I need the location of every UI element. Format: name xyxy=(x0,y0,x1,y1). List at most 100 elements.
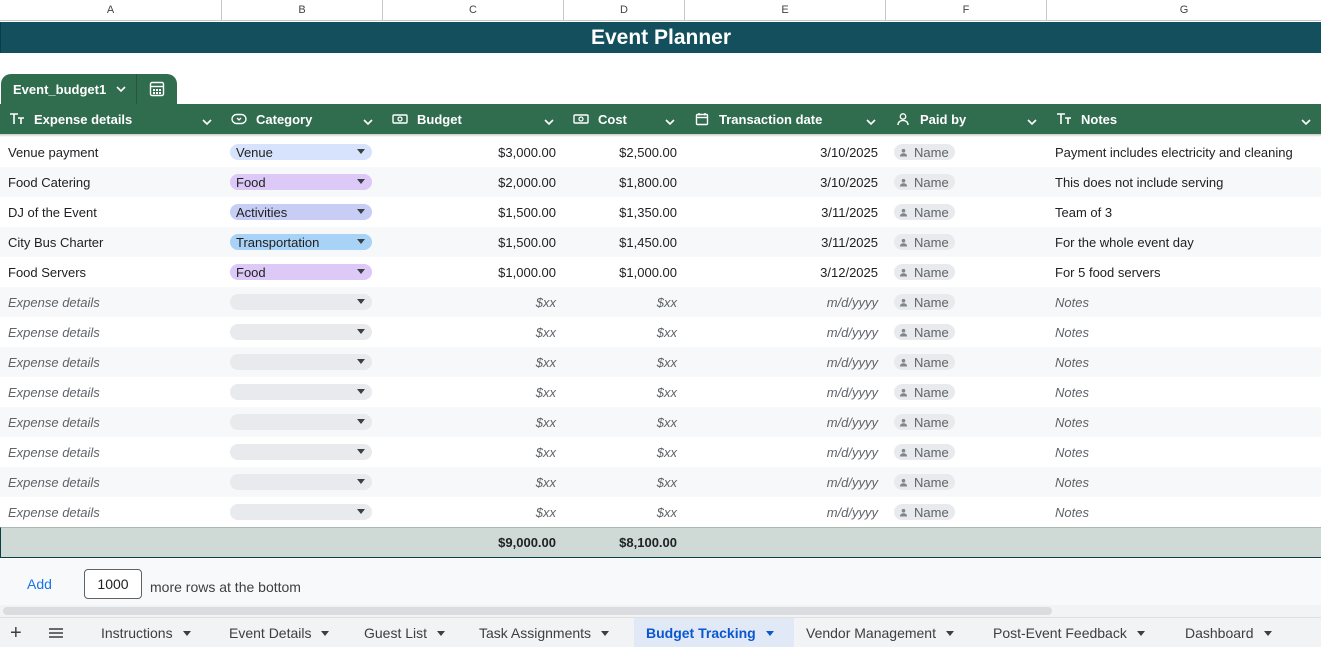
category-dropdown[interactable]: Food xyxy=(230,264,372,280)
category-cell[interactable] xyxy=(222,497,383,527)
expense-details-cell[interactable]: Food Servers xyxy=(0,257,222,287)
person-chip[interactable]: Name xyxy=(894,474,955,490)
transaction-date-cell[interactable]: 3/10/2025 xyxy=(685,137,886,167)
add-rows-button[interactable]: Add xyxy=(27,576,52,592)
transaction-date-cell[interactable]: 3/11/2025 xyxy=(685,197,886,227)
cost-cell[interactable]: $xx xyxy=(564,347,685,377)
header-transaction-date[interactable]: Transaction date xyxy=(685,104,886,134)
budget-cell[interactable]: $xx xyxy=(383,317,564,347)
chevron-down-icon[interactable] xyxy=(202,113,212,128)
person-chip[interactable]: Name xyxy=(894,504,955,520)
transaction-date-cell[interactable]: m/d/yyyy xyxy=(685,407,886,437)
category-dropdown[interactable]: Food xyxy=(230,174,372,190)
paid-by-cell[interactable]: Name xyxy=(886,167,1047,197)
paid-by-cell[interactable]: Name xyxy=(886,407,1047,437)
sheet-tab[interactable]: Instructions xyxy=(89,618,210,647)
budget-cell[interactable]: $3,000.00 xyxy=(383,137,564,167)
sheet-tab[interactable]: Guest List xyxy=(352,618,460,647)
person-chip[interactable]: Name xyxy=(894,204,955,220)
expense-details-cell[interactable]: Expense details xyxy=(0,497,222,527)
expense-details-cell[interactable]: Expense details xyxy=(0,437,222,467)
cost-cell[interactable]: $xx xyxy=(564,287,685,317)
category-cell[interactable] xyxy=(222,467,383,497)
caret-down-icon[interactable] xyxy=(1136,630,1145,636)
paid-by-cell[interactable]: Name xyxy=(886,227,1047,257)
chevron-down-icon[interactable] xyxy=(665,113,675,128)
chevron-down-icon[interactable] xyxy=(1301,113,1311,128)
chevron-down-icon[interactable] xyxy=(106,83,136,95)
budget-cell[interactable]: $xx xyxy=(383,437,564,467)
calculator-grid-icon[interactable] xyxy=(137,80,177,98)
caret-down-icon[interactable] xyxy=(357,209,365,214)
category-dropdown[interactable]: Venue xyxy=(230,144,372,160)
transaction-date-cell[interactable]: m/d/yyyy xyxy=(685,347,886,377)
budget-cell[interactable]: $xx xyxy=(383,347,564,377)
notes-cell[interactable]: Notes xyxy=(1047,467,1321,497)
transaction-date-cell[interactable]: m/d/yyyy xyxy=(685,317,886,347)
budget-cell[interactable]: $xx xyxy=(383,287,564,317)
sheet-tab[interactable]: Dashboard xyxy=(1173,618,1293,647)
page-title[interactable]: Event Planner xyxy=(0,22,1321,53)
category-dropdown[interactable] xyxy=(230,294,372,310)
notes-cell[interactable]: Notes xyxy=(1047,437,1321,467)
category-cell[interactable] xyxy=(222,347,383,377)
cost-cell[interactable]: $1,000.00 xyxy=(564,257,685,287)
plus-icon[interactable]: + xyxy=(10,623,22,643)
expense-details-cell[interactable]: Expense details xyxy=(0,287,222,317)
header-expense-details[interactable]: Expense details xyxy=(0,104,222,134)
cost-cell[interactable]: $2,500.00 xyxy=(564,137,685,167)
paid-by-cell[interactable]: Name xyxy=(886,467,1047,497)
expense-details-cell[interactable]: Expense details xyxy=(0,407,222,437)
caret-down-icon[interactable] xyxy=(357,359,365,364)
category-dropdown[interactable] xyxy=(230,444,372,460)
cost-cell[interactable]: $xx xyxy=(564,317,685,347)
transaction-date-cell[interactable]: 3/12/2025 xyxy=(685,257,886,287)
category-dropdown[interactable] xyxy=(230,324,372,340)
column-letter-a[interactable]: A xyxy=(0,0,222,21)
sheet-tab[interactable]: Budget Tracking xyxy=(634,618,794,647)
category-cell[interactable] xyxy=(222,317,383,347)
footer-total-budget[interactable]: $9,000.00 xyxy=(383,528,564,558)
column-letter-g[interactable]: G xyxy=(1047,0,1321,21)
notes-cell[interactable]: Notes xyxy=(1047,317,1321,347)
person-chip[interactable]: Name xyxy=(894,414,955,430)
category-cell[interactable] xyxy=(222,287,383,317)
chevron-down-icon[interactable] xyxy=(1027,113,1037,128)
budget-cell[interactable]: $2,000.00 xyxy=(383,167,564,197)
paid-by-cell[interactable]: Name xyxy=(886,287,1047,317)
column-letter-e[interactable]: E xyxy=(685,0,886,21)
caret-down-icon[interactable] xyxy=(357,419,365,424)
cost-cell[interactable]: $1,800.00 xyxy=(564,167,685,197)
caret-down-icon[interactable] xyxy=(357,449,365,454)
category-cell[interactable] xyxy=(222,437,383,467)
menu-icon[interactable] xyxy=(48,627,64,642)
person-chip[interactable]: Name xyxy=(894,384,955,400)
chevron-down-icon[interactable] xyxy=(544,113,554,128)
transaction-date-cell[interactable]: 3/10/2025 xyxy=(685,167,886,197)
paid-by-cell[interactable]: Name xyxy=(886,377,1047,407)
paid-by-cell[interactable]: Name xyxy=(886,197,1047,227)
category-cell[interactable]: Transportation xyxy=(222,227,383,257)
category-dropdown[interactable] xyxy=(230,474,372,490)
sheet-tab[interactable]: Post-Event Feedback xyxy=(981,618,1166,647)
category-cell[interactable]: Venue xyxy=(222,137,383,167)
header-notes[interactable]: Notes xyxy=(1047,104,1321,134)
header-category[interactable]: Category xyxy=(222,104,383,134)
expense-details-cell[interactable]: Expense details xyxy=(0,347,222,377)
notes-cell[interactable]: Notes xyxy=(1047,497,1321,527)
table-name-tab[interactable]: Event_budget1 xyxy=(1,74,178,104)
column-letter-c[interactable]: C xyxy=(383,0,564,21)
cost-cell[interactable]: $1,450.00 xyxy=(564,227,685,257)
caret-down-icon[interactable] xyxy=(357,479,365,484)
header-paid-by[interactable]: Paid by xyxy=(886,104,1047,134)
category-cell[interactable] xyxy=(222,377,383,407)
category-dropdown[interactable] xyxy=(230,384,372,400)
paid-by-cell[interactable]: Name xyxy=(886,437,1047,467)
caret-down-icon[interactable] xyxy=(182,630,191,636)
notes-cell[interactable]: Notes xyxy=(1047,347,1321,377)
notes-cell[interactable]: Payment includes electricity and cleanin… xyxy=(1047,137,1321,167)
transaction-date-cell[interactable]: m/d/yyyy xyxy=(685,437,886,467)
caret-down-icon[interactable] xyxy=(357,389,365,394)
column-letter-b[interactable]: B xyxy=(222,0,383,21)
budget-cell[interactable]: $xx xyxy=(383,407,564,437)
